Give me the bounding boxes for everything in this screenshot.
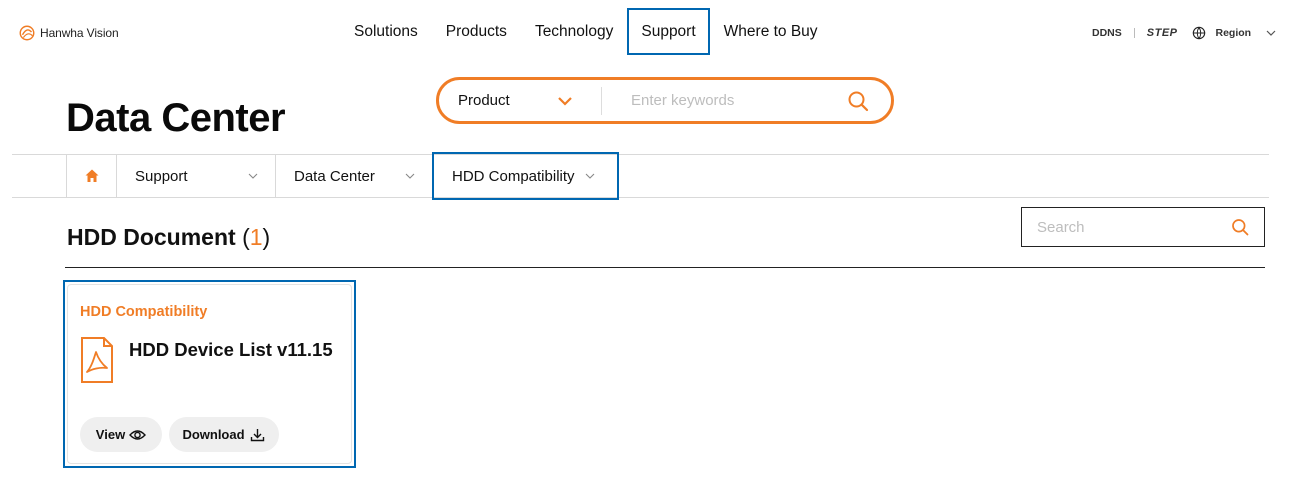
breadcrumb-hdd-compatibility[interactable]: HDD Compatibility	[433, 154, 619, 198]
eye-icon	[129, 429, 147, 440]
document-count: 1	[249, 224, 263, 250]
nav-where-to-buy[interactable]: Where to Buy	[710, 8, 832, 55]
global-search-bar: Product	[436, 77, 894, 124]
download-button[interactable]: Download	[169, 417, 279, 452]
main-nav: Solutions Products Technology Support Wh…	[340, 8, 832, 55]
document-card[interactable]: HDD Compatibility HDD Device List v11.15…	[63, 280, 356, 468]
download-icon	[250, 428, 264, 441]
hanwha-logo[interactable]: Hanwha Vision	[18, 24, 119, 42]
document-search	[1021, 207, 1265, 247]
globe-icon[interactable]	[1192, 26, 1206, 40]
chevron-down-icon	[558, 97, 572, 106]
home-icon	[85, 169, 98, 182]
breadcrumb-label: Support	[135, 167, 188, 185]
region-selector[interactable]: Region	[1216, 27, 1252, 39]
nav-products[interactable]: Products	[432, 8, 521, 55]
card-category: HDD Compatibility	[80, 304, 208, 320]
pdf-file-icon	[81, 337, 113, 383]
search-category-select[interactable]: Product	[439, 80, 601, 121]
breadcrumb: Support Data Center HDD Compatibility	[66, 154, 619, 198]
page-title: Data Center	[66, 96, 286, 140]
section-title: HDD Document (1)	[67, 224, 270, 251]
breadcrumb-support[interactable]: Support	[116, 154, 275, 198]
count-open-paren: (	[242, 224, 250, 250]
breadcrumb-label: Data Center	[294, 167, 375, 185]
keyword-search-input[interactable]	[602, 80, 832, 121]
search-category-value: Product	[458, 92, 510, 109]
util-divider	[1133, 28, 1135, 38]
hanwha-logo-icon	[19, 25, 35, 41]
breadcrumb-label: HDD Compatibility	[452, 167, 575, 185]
step-link[interactable]: STEP	[1147, 27, 1178, 39]
count-close-paren: )	[262, 224, 271, 250]
chevron-down-icon[interactable]	[1265, 27, 1277, 39]
chevron-down-icon	[405, 173, 415, 179]
document-title[interactable]: HDD Device List v11.15	[129, 339, 333, 361]
section-title-text: HDD Document	[67, 224, 236, 250]
search-icon[interactable]	[1231, 218, 1249, 236]
logo-text: Hanwha Vision	[40, 26, 119, 40]
breadcrumb-home[interactable]	[66, 154, 116, 198]
view-button[interactable]: View	[80, 417, 162, 452]
view-label: View	[95, 427, 126, 442]
ddns-link[interactable]: DDNS	[1092, 27, 1122, 39]
search-icon[interactable]	[847, 90, 869, 112]
nav-solutions[interactable]: Solutions	[340, 8, 432, 55]
download-label: Download	[182, 427, 245, 442]
utility-links: DDNS STEP Region	[1092, 24, 1277, 42]
breadcrumb-data-center[interactable]: Data Center	[275, 154, 433, 198]
chevron-down-icon	[585, 173, 595, 179]
nav-technology[interactable]: Technology	[521, 8, 627, 55]
document-search-input[interactable]	[1022, 208, 1222, 246]
nav-support[interactable]: Support	[627, 8, 710, 55]
chevron-down-icon	[248, 173, 258, 179]
section-divider	[65, 267, 1265, 268]
